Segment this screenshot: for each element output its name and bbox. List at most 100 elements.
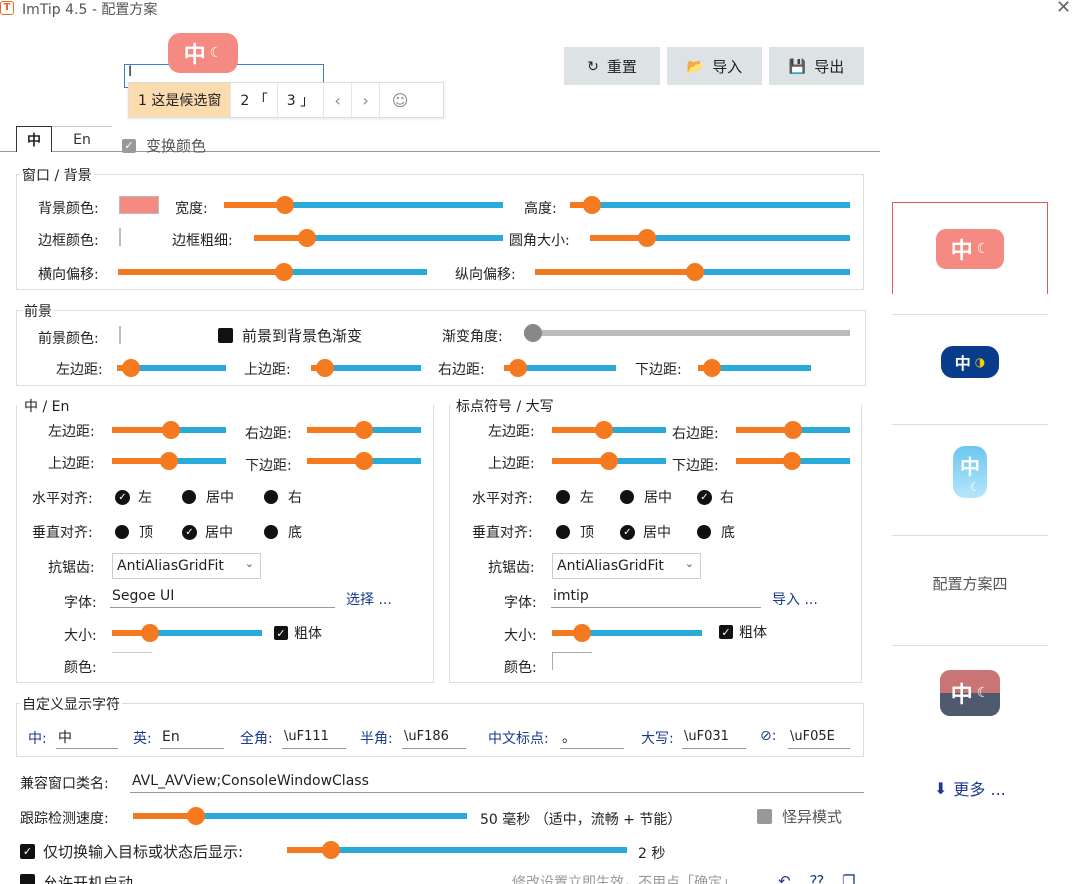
height-slider[interactable] xyxy=(570,196,850,214)
zh-left-slider[interactable] xyxy=(112,421,226,439)
preset-item-5[interactable]: 中 ☾ xyxy=(892,647,1048,739)
only-switch-slider[interactable] xyxy=(287,841,627,859)
half-width-field[interactable]: \uF186 xyxy=(402,725,466,749)
slider-knob[interactable] xyxy=(784,421,802,439)
zh-halign-left-radio[interactable]: ✓ 左 xyxy=(115,487,152,507)
preset-item-3[interactable]: 中 ☾ xyxy=(892,426,1048,518)
slider-knob[interactable] xyxy=(162,421,180,439)
zh-antialias-select[interactable]: AntiAliasGridFit ⌄ xyxy=(112,553,261,579)
slider-knob[interactable] xyxy=(573,624,591,642)
pad-top-slider[interactable] xyxy=(311,359,421,377)
swap-color-checkbox[interactable]: ✓ 变换颜色 xyxy=(122,135,206,156)
punct-halign-right-radio[interactable]: ✓ 右 xyxy=(697,487,734,507)
next-page-icon[interactable]: › xyxy=(352,83,381,117)
slider-knob[interactable] xyxy=(160,452,178,470)
border-color-swatch[interactable] xyxy=(119,228,121,246)
copy-icon[interactable]: ❐ xyxy=(842,872,855,884)
track-speed-slider[interactable] xyxy=(133,807,467,825)
reset-button[interactable]: ↻ 重置 xyxy=(564,47,660,85)
slider-knob[interactable] xyxy=(524,324,542,342)
punct-halign-left-radio[interactable]: 左 xyxy=(556,487,594,507)
preset-item-1[interactable]: 中 ☾ xyxy=(892,202,1048,294)
zh-top-slider[interactable] xyxy=(112,452,226,470)
zh-halign-right-radio[interactable]: 右 xyxy=(264,487,302,507)
preset-item-2[interactable]: 中 ◑ xyxy=(892,316,1048,408)
zh-font-select-link[interactable]: 选择 ... xyxy=(346,589,392,609)
pad-bottom-slider[interactable] xyxy=(698,359,811,377)
slider-knob[interactable] xyxy=(275,263,293,281)
zh-char-field[interactable]: 中 xyxy=(56,725,118,749)
punct-antialias-select[interactable]: AntiAliasGridFit ⌄ xyxy=(552,553,701,579)
export-button[interactable]: 💾 导出 xyxy=(769,47,864,85)
more-presets-link[interactable]: ⬇ 更多 ... xyxy=(934,776,1006,800)
punct-top-slider[interactable] xyxy=(552,452,666,470)
punct-valign-top-radio[interactable]: 顶 xyxy=(556,522,594,542)
slider-knob[interactable] xyxy=(703,359,721,377)
zh-right-slider[interactable] xyxy=(307,421,421,439)
zh-valign-bottom-radio[interactable]: 底 xyxy=(264,522,302,542)
gradient-angle-slider[interactable] xyxy=(524,324,850,342)
slider-knob[interactable] xyxy=(638,229,656,247)
slider-knob[interactable] xyxy=(122,359,140,377)
zh-font-field[interactable]: Segoe UI xyxy=(110,584,335,608)
corner-radius-slider[interactable] xyxy=(590,229,850,247)
help-icon[interactable]: ⁇ xyxy=(810,872,824,884)
full-width-field[interactable]: \uF111 xyxy=(282,725,346,749)
fg-color-swatch[interactable] xyxy=(119,326,121,344)
only-switch-checkbox[interactable]: ✓ 仅切换输入目标或状态后显示: xyxy=(20,841,243,862)
slider-knob[interactable] xyxy=(583,196,601,214)
zh-valign-center-radio[interactable]: ✓ 居中 xyxy=(182,522,233,542)
prev-page-icon[interactable]: ‹ xyxy=(324,83,353,117)
close-button[interactable]: ✕ xyxy=(1056,0,1071,18)
import-button[interactable]: 📂 导入 xyxy=(667,47,762,85)
zh-color-swatch[interactable] xyxy=(112,652,152,653)
offset-x-slider[interactable] xyxy=(118,263,427,281)
autostart-checkbox[interactable]: 允许开机启动 xyxy=(20,872,133,884)
slider-knob[interactable] xyxy=(686,263,704,281)
gradient-checkbox[interactable]: 前景到背景色渐变 xyxy=(218,325,362,346)
slider-knob[interactable] xyxy=(600,452,618,470)
offset-y-slider[interactable] xyxy=(535,263,850,281)
punct-valign-bottom-radio[interactable]: 底 xyxy=(697,522,735,542)
emoji-icon[interactable]: ☺ xyxy=(380,83,420,117)
punct-halign-center-radio[interactable]: 居中 xyxy=(620,487,672,507)
slider-knob[interactable] xyxy=(355,452,373,470)
punct-color-swatch[interactable] xyxy=(552,652,592,670)
slider-knob[interactable] xyxy=(141,624,159,642)
width-slider[interactable] xyxy=(224,196,503,214)
pad-left-slider[interactable] xyxy=(117,359,226,377)
punct-bottom-slider[interactable] xyxy=(736,452,850,470)
weird-mode-checkbox[interactable]: 怪异模式 xyxy=(757,806,842,827)
pad-right-slider[interactable] xyxy=(504,359,616,377)
slider-knob[interactable] xyxy=(355,421,373,439)
tab-zh[interactable]: 中 xyxy=(16,126,52,152)
punct-right-slider[interactable] xyxy=(736,421,850,439)
preset-item-4[interactable]: 配置方案四 xyxy=(892,537,1048,629)
slider-knob[interactable] xyxy=(595,421,613,439)
zh-punct-field[interactable]: 。 xyxy=(560,725,624,749)
zh-bottom-slider[interactable] xyxy=(307,452,421,470)
punct-valign-center-radio[interactable]: ✓ 居中 xyxy=(620,522,671,542)
punct-font-import-link[interactable]: 导入 ... xyxy=(772,589,818,609)
zh-valign-top-radio[interactable]: 顶 xyxy=(115,522,153,542)
border-width-slider[interactable] xyxy=(254,229,503,247)
undo-icon[interactable]: ↶ xyxy=(778,872,791,884)
candidate-item[interactable]: 2 「 xyxy=(231,83,278,117)
tab-en[interactable]: En xyxy=(52,126,112,152)
candidate-item[interactable]: 3 」 xyxy=(278,83,325,117)
punct-left-slider[interactable] xyxy=(552,421,666,439)
en-char-field[interactable]: En xyxy=(160,725,224,749)
compat-field[interactable]: AVL_AVView;ConsoleWindowClass xyxy=(130,769,864,793)
zh-size-slider[interactable] xyxy=(112,624,262,642)
caps-field[interactable]: \uF031 xyxy=(682,725,746,749)
candidate-item[interactable]: 1 这是候选窗 xyxy=(129,83,232,117)
bg-color-swatch[interactable] xyxy=(119,196,159,214)
punct-font-field[interactable]: imtip xyxy=(551,584,761,608)
none-field[interactable]: \uF05E xyxy=(788,725,850,749)
slider-knob[interactable] xyxy=(187,807,205,825)
punct-size-slider[interactable] xyxy=(552,624,702,642)
slider-knob[interactable] xyxy=(783,452,801,470)
zh-halign-center-radio[interactable]: 居中 xyxy=(182,487,234,507)
slider-knob[interactable] xyxy=(322,841,340,859)
punct-bold-checkbox[interactable]: ✓ 粗体 xyxy=(719,622,767,642)
